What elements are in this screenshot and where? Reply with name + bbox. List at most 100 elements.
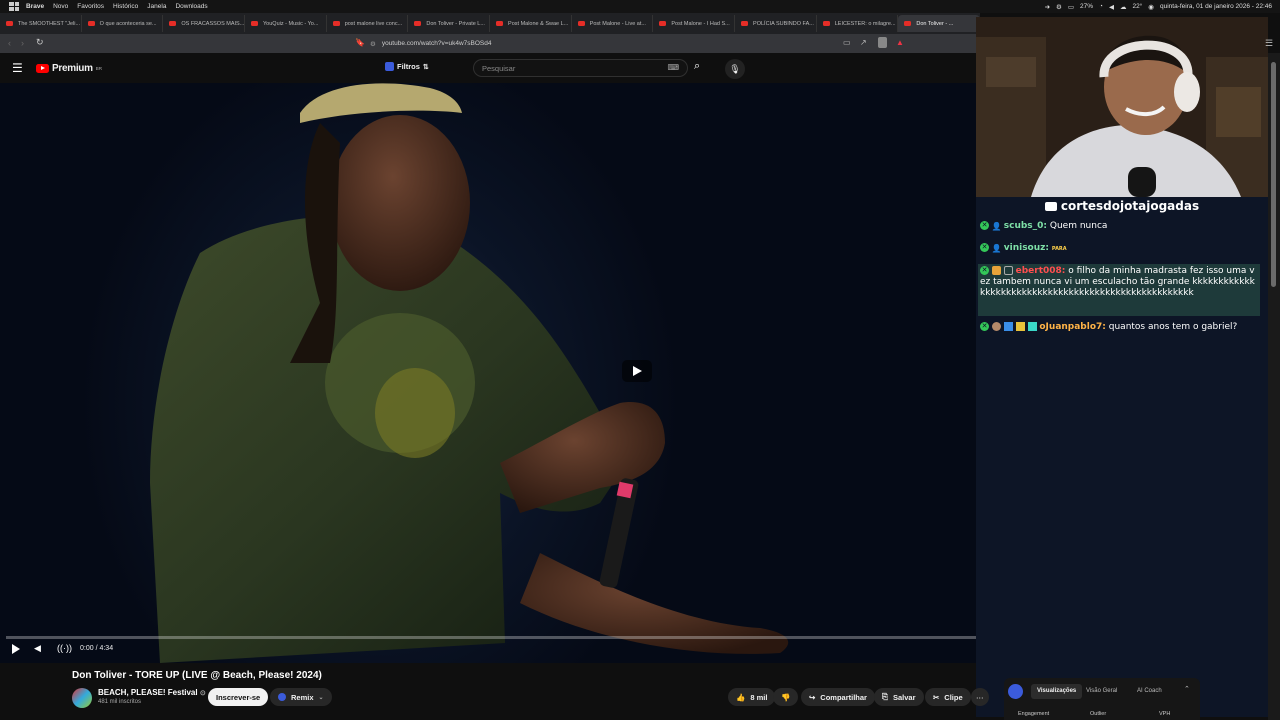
youtube-logo[interactable]: Premium BR [36, 63, 102, 74]
verified-icon: ⊙ [199, 690, 206, 697]
clip-button[interactable]: ✂ Clipe [925, 688, 971, 706]
youtube-favicon-icon [496, 21, 504, 26]
channel-avatar[interactable] [72, 688, 92, 708]
cast-icon[interactable]: ▭ [843, 38, 851, 47]
forward-icon[interactable]: › [21, 38, 24, 48]
settings-icon[interactable]: ⚙ [1056, 3, 1062, 11]
battery-percent: 27% [1080, 3, 1094, 10]
browser-tab-label: Post Malone & Swae L... [508, 20, 569, 27]
play-button[interactable] [12, 644, 20, 654]
volume-icon[interactable]: ◀ [1109, 3, 1114, 11]
browser-tab-label: OS FRACASSOS MAIS... [181, 20, 245, 27]
browser-tab[interactable]: YouQuiz - Music - Yo... [245, 15, 327, 32]
share-icon[interactable]: ↗ [860, 38, 867, 47]
menu-historico[interactable]: Histórico [113, 3, 138, 10]
browser-tab[interactable]: O que aconteceria se... [82, 15, 164, 32]
youtube-header: ☰ Premium BR Filtros ⇅ Pesquisar ⌨ ⌕ 🎙 [0, 53, 976, 83]
scrollbar-thumb[interactable] [1271, 62, 1276, 287]
chat-text: Quem nunca [1049, 221, 1108, 231]
youtube-favicon-icon [659, 21, 667, 26]
browser-tab[interactable]: Post Malone - Live at... [572, 15, 654, 32]
windows-logo-icon[interactable] [9, 2, 19, 11]
bookmark-icon[interactable]: 🔖 [355, 38, 365, 47]
tab-visualizacoes[interactable]: Visualizações [1031, 684, 1083, 699]
chat-message-highlighted: ✕ ebert008: o filho da minha madrasta fe… [980, 266, 1258, 299]
remix-button[interactable]: Remix ⌄ [270, 688, 332, 706]
keyboard-icon[interactable]: ⌨ [667, 63, 679, 72]
extension-logo-icon[interactable] [1008, 684, 1023, 699]
browser-tab-label: Post Malone - Live at... [589, 20, 646, 27]
youtube-favicon-icon [87, 21, 95, 26]
chat-message: ✕ oJuanpablo7: quantos anos tem o gabrie… [980, 322, 1237, 333]
analytics-extension-panel: Visualizações Visão Geral AI Coach ⌃ Eng… [1004, 678, 1200, 720]
save-button[interactable]: ⎘ Salvar [874, 688, 924, 706]
menu-app-name[interactable]: Brave [26, 3, 44, 10]
microphone-icon[interactable]: 🎙 [725, 59, 745, 79]
browser-tab[interactable]: POLÍCIA SUBINDO FA... [735, 15, 817, 32]
reload-icon[interactable]: ↻ [36, 37, 44, 48]
brave-rewards-icon[interactable]: ▲ [896, 38, 904, 47]
browser-tab[interactable]: The SMOOTHEST "Jeli... [0, 15, 82, 32]
datetime[interactable]: quinta-feira, 01 de janeiro 2026 - 22:46 [1160, 3, 1272, 10]
chat-username[interactable]: ebert008: [1016, 266, 1066, 276]
menu-novo[interactable]: Novo [53, 3, 68, 10]
browser-menu-icon[interactable]: ☰ [1265, 38, 1273, 49]
channel-name[interactable]: BEACH, PLEASE! Festival [98, 688, 198, 697]
chat-username[interactable]: vinisouz: [1004, 243, 1049, 253]
browser-tab-label: O que aconteceria se... [99, 20, 157, 27]
search-input[interactable]: Pesquisar ⌨ [473, 59, 688, 77]
center-play-button[interactable] [622, 360, 652, 382]
menu-downloads[interactable]: Downloads [175, 3, 207, 10]
battery-icon[interactable]: ▭ [1068, 3, 1074, 11]
progress-bar[interactable] [6, 636, 976, 639]
chat-username[interactable]: scubs_0: [1004, 221, 1047, 231]
menu-icon[interactable]: ☰ [12, 61, 23, 75]
browser-tab-label: Don Toliver - ... [916, 20, 954, 27]
subscribe-button[interactable]: Inscrever-se [208, 688, 269, 706]
tab-ai-coach[interactable]: AI Coach [1137, 684, 1162, 699]
browser-tab[interactable]: LEICESTER: o milagre... [817, 15, 899, 32]
browser-tab[interactable]: post malone live conc... [327, 15, 409, 32]
thumbs-up-icon: 👍 [736, 692, 746, 702]
more-actions-button[interactable]: ⋯ [971, 688, 989, 706]
browser-tab[interactable]: Don Toliver - Private L... [408, 15, 491, 32]
menu-janela[interactable]: Janela [147, 3, 166, 10]
address-bar[interactable]: ⚙ youtube.com/watch?v=uk4w7sBOSd4 [370, 37, 910, 50]
notification-icon[interactable]: ◉ [1148, 3, 1154, 11]
browser-tab[interactable]: Post Malone & Swae L... [490, 15, 572, 32]
browser-tab[interactable]: OS FRACASSOS MAIS... [163, 15, 246, 32]
browser-tab[interactable]: Post Malone - I Had S... [653, 15, 736, 32]
like-count: 8 mil [750, 692, 768, 702]
tab-visao-geral[interactable]: Visão Geral [1086, 684, 1117, 699]
volume-icon[interactable]: ◀ [34, 643, 41, 654]
page-scrollbar[interactable] [1268, 53, 1280, 720]
video-player[interactable]: ◀ ((·)) 0:00 / 4:34 [0, 83, 976, 663]
search-icon[interactable]: ⌕ [694, 60, 700, 73]
bookmark-icon: ⎘ [882, 692, 888, 701]
chevron-up-icon[interactable]: ⌃ [1184, 685, 1190, 693]
browser-tab[interactable]: Don Toliver - ... [898, 15, 981, 32]
site-info-icon[interactable]: ⚙ [370, 40, 376, 48]
arrow-icon[interactable]: ➜ [1045, 3, 1050, 11]
dislike-button[interactable]: 👎 [773, 688, 799, 706]
like-button[interactable]: 👍 8 mil [728, 688, 776, 706]
browser-toolbar: ‹ › ↻ 🔖 ⚙ youtube.com/watch?v=uk4w7sBOSd… [0, 34, 980, 53]
column-engagement: Engagement [1018, 711, 1050, 717]
os-menubar: Brave Novo Favoritos Histórico Janela Do… [0, 0, 1280, 13]
weather-icon[interactable]: ☁ [1120, 3, 1127, 11]
back-icon[interactable]: ‹ [8, 38, 11, 48]
youtube-icon [1044, 202, 1057, 211]
filters-button[interactable]: Filtros ⇅ [385, 62, 429, 71]
chat-username[interactable]: oJuanpablo7: [1039, 322, 1106, 332]
audio-track-icon[interactable]: ((·)) [57, 643, 72, 653]
chat-message: ✕ 👤 vinisouz: PARA [980, 243, 1067, 255]
search-placeholder: Pesquisar [482, 63, 516, 73]
chat-message: ✕ 👤 scubs_0: Quem nunca [980, 221, 1107, 232]
time-display: 0:00 / 4:34 [80, 645, 114, 652]
share-button[interactable]: ↪ Compartilhar [801, 688, 875, 706]
wifi-icon[interactable]: ◔ [1099, 3, 1103, 10]
youtube-favicon-icon [822, 21, 830, 26]
brave-shields-icon[interactable] [878, 37, 887, 48]
menu-favoritos[interactable]: Favoritos [77, 3, 104, 10]
chat-text: quantos anos tem o gabriel? [1108, 322, 1238, 332]
